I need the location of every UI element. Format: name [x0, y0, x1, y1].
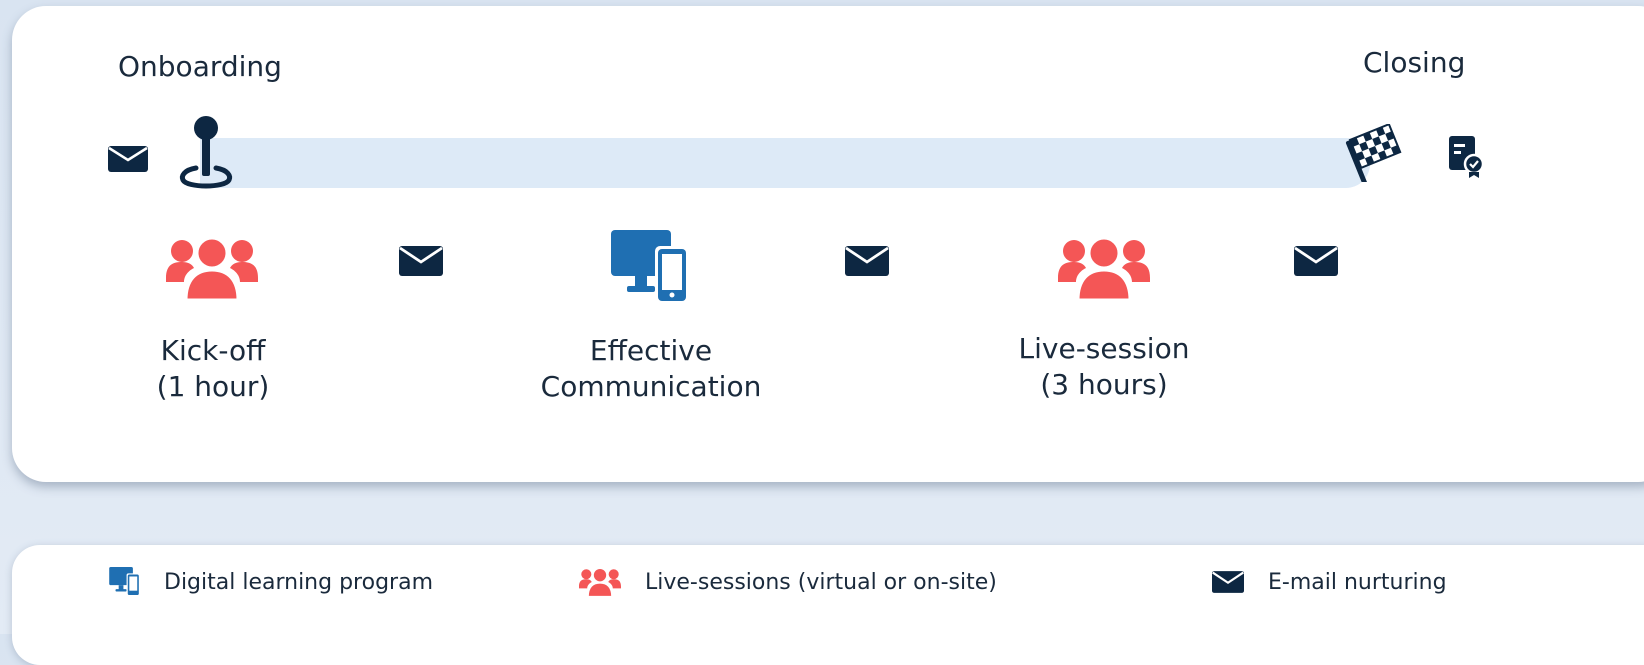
- step-subtitle: Communication: [540, 370, 762, 403]
- step-duration: (3 hours): [1040, 368, 1168, 401]
- legend-label: Live-sessions (virtual or on-site): [645, 569, 997, 595]
- legend-item-email: E-mail nurturing: [1212, 562, 1447, 602]
- legend-item-digital: Digital learning program: [108, 562, 433, 602]
- legend-item-live: Live-sessions (virtual or on-site): [579, 562, 997, 602]
- devices-icon: [108, 567, 142, 597]
- step-title: Effective: [589, 334, 713, 367]
- checkered-flag-icon: [1344, 124, 1406, 182]
- devices-icon: [611, 230, 691, 306]
- envelope-icon: [399, 246, 443, 276]
- step-title: Live-session: [1018, 332, 1190, 365]
- envelope-icon: [108, 146, 148, 172]
- envelope-icon: [1294, 246, 1338, 276]
- map-pin-icon: [178, 114, 238, 190]
- people-group-icon: [166, 234, 258, 302]
- start-phase-label: Onboarding: [118, 50, 282, 83]
- envelope-icon: [845, 246, 889, 276]
- envelope-icon: [1212, 571, 1244, 593]
- end-phase-label: Closing: [1363, 46, 1466, 79]
- step-label-effective-communication: Effective Communication: [491, 333, 811, 405]
- people-group-icon: [1058, 234, 1150, 302]
- step-label-kickoff: Kick-off (1 hour): [53, 333, 373, 405]
- legend-label: Digital learning program: [164, 569, 433, 595]
- step-label-live-session: Live-session (3 hours): [944, 331, 1264, 403]
- step-title: Kick-off: [160, 334, 266, 367]
- certificate-icon: [1449, 136, 1487, 180]
- step-duration: (1 hour): [156, 370, 270, 403]
- timeline-track: [200, 138, 1370, 188]
- people-group-icon: [579, 566, 621, 598]
- legend-label: E-mail nurturing: [1268, 569, 1447, 595]
